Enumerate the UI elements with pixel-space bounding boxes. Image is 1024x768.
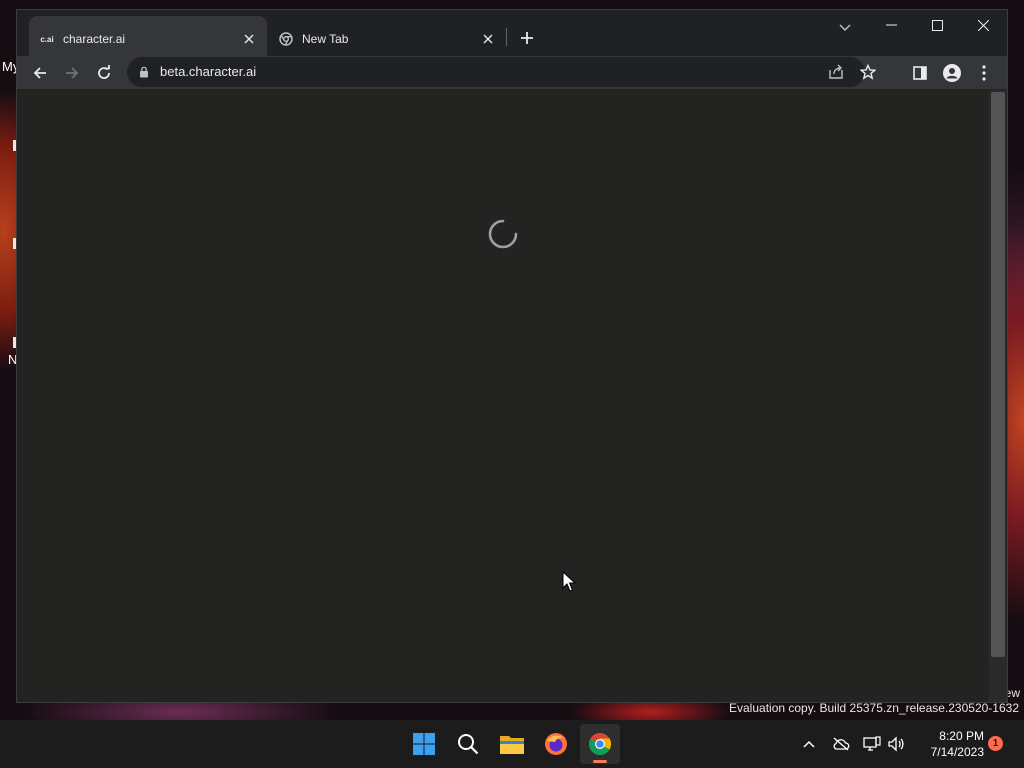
active-app-indicator xyxy=(593,760,607,763)
desktop-icon-label-fragment[interactable]: N xyxy=(8,352,17,367)
profile-button[interactable] xyxy=(938,59,966,87)
scrollbar-thumb[interactable] xyxy=(991,92,1005,657)
onedrive-button[interactable] xyxy=(831,734,851,754)
plus-icon xyxy=(521,32,533,44)
bookmark-button[interactable] xyxy=(856,60,880,84)
chevron-down-icon xyxy=(839,24,851,31)
start-button[interactable] xyxy=(404,724,444,764)
browser-window: c.ai character.ai New Tab beta.character… xyxy=(17,10,1007,702)
close-tab-icon[interactable] xyxy=(478,29,498,49)
close-icon xyxy=(977,19,989,31)
arrow-right-icon xyxy=(66,67,79,79)
back-button[interactable] xyxy=(26,59,54,87)
maximize-button[interactable] xyxy=(914,10,960,40)
lock-icon[interactable] xyxy=(138,66,150,78)
volume-button[interactable] xyxy=(886,734,906,754)
character-ai-favicon-icon: c.ai xyxy=(40,34,54,44)
taskbar-clock[interactable]: 8:20 PM 7/14/2023 xyxy=(914,728,984,760)
speaker-icon xyxy=(888,736,904,752)
new-tab-button[interactable] xyxy=(515,26,539,50)
reload-button[interactable] xyxy=(90,59,118,87)
reload-icon xyxy=(98,65,110,79)
taskbar-search-button[interactable] xyxy=(448,724,488,764)
arrow-left-icon xyxy=(33,67,46,79)
chrome-icon xyxy=(589,733,611,755)
network-icon xyxy=(863,736,881,751)
url-text[interactable]: beta.character.ai xyxy=(160,57,256,87)
chevron-up-icon xyxy=(803,740,815,748)
share-button[interactable] xyxy=(824,60,848,84)
tab-strip: c.ai character.ai New Tab xyxy=(17,10,1007,62)
minimize-button[interactable] xyxy=(868,10,914,40)
notification-badge[interactable]: 1 xyxy=(988,736,1003,751)
clock-time: 8:20 PM xyxy=(939,729,984,743)
file-explorer-button[interactable] xyxy=(492,724,532,764)
evaluation-watermark: Evaluation copy. Build 25375.zn_release.… xyxy=(729,701,1019,715)
star-icon xyxy=(860,64,876,80)
firefox-button[interactable] xyxy=(536,724,576,764)
close-window-button[interactable] xyxy=(960,10,1006,40)
taskbar: 8:20 PM 7/14/2023 1 xyxy=(0,720,1024,768)
cloud-offline-icon xyxy=(833,737,850,751)
person-icon xyxy=(943,64,961,82)
chrome-icon xyxy=(278,31,294,47)
page-content[interactable] xyxy=(17,90,989,702)
tab-title: character.ai xyxy=(63,32,126,46)
kebab-menu-icon xyxy=(982,65,986,81)
address-bar[interactable]: beta.character.ai xyxy=(127,57,876,87)
file-explorer-icon xyxy=(500,736,524,754)
network-button[interactable] xyxy=(862,734,882,754)
maximize-icon xyxy=(931,19,943,31)
spinner-icon xyxy=(488,219,518,249)
browser-toolbar: beta.character.ai xyxy=(17,56,1007,89)
more-menu-button[interactable] xyxy=(970,59,998,87)
mouse-cursor-icon xyxy=(562,571,576,592)
close-tab-icon[interactable] xyxy=(239,29,259,49)
clock-date: 7/14/2023 xyxy=(930,745,984,759)
show-hidden-icons-button[interactable] xyxy=(799,734,819,754)
tab-separator xyxy=(506,28,507,46)
tab-search-button[interactable] xyxy=(833,16,857,40)
tab-title: New Tab xyxy=(302,32,349,46)
side-panel-button[interactable] xyxy=(906,59,934,87)
share-icon xyxy=(829,64,843,79)
scrollbar[interactable] xyxy=(989,90,1007,702)
forward-button[interactable] xyxy=(58,59,86,87)
side-panel-icon xyxy=(913,66,927,80)
search-icon xyxy=(458,734,479,755)
start-icon xyxy=(413,733,435,755)
minimize-icon xyxy=(885,24,897,26)
firefox-icon xyxy=(545,733,567,755)
chrome-taskbar-button[interactable] xyxy=(580,724,620,764)
